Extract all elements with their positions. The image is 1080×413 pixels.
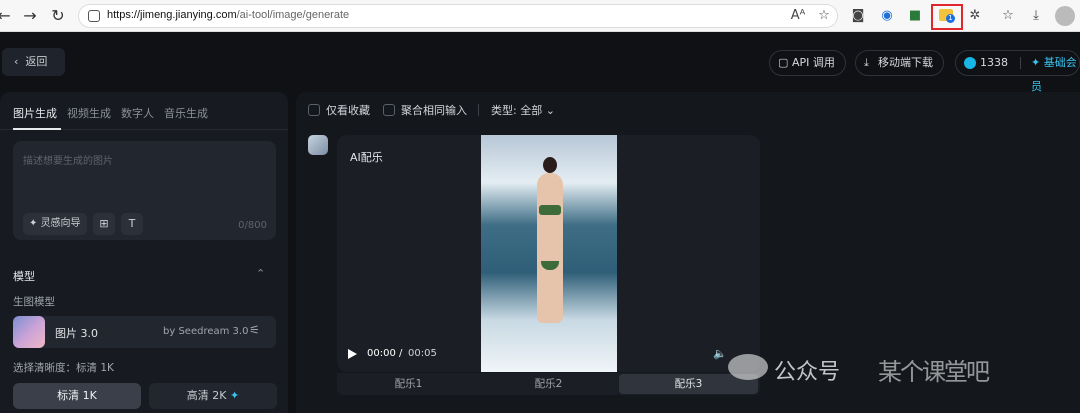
download-icon: ⤓	[864, 56, 869, 69]
model-subtitle: 生图模型	[13, 296, 55, 308]
credits-count: 1338	[980, 56, 1008, 69]
play-icon[interactable]	[348, 349, 357, 359]
browser-toolbar: ← → ↻ https://jimeng.jianying.com/ai-too…	[0, 0, 1080, 32]
back-button[interactable]: ‹ 返回	[2, 48, 65, 76]
credits-membership[interactable]: 1338 ✦ 基础会员	[955, 50, 1080, 93]
resolution-2k-button[interactable]: 高清 2K ✦	[149, 383, 277, 409]
music-tab-2[interactable]: 配乐2	[479, 374, 618, 394]
card-title: AI配乐	[350, 151, 383, 164]
model-section-title: 模型	[13, 270, 35, 283]
model-selector[interactable]: 图片 3.0 by Seedream 3.0 ⚟	[13, 316, 276, 348]
tab-digital-human[interactable]: 数字人	[121, 105, 154, 121]
favorites-only-filter[interactable]: 仅看收藏	[308, 102, 370, 118]
profile-avatar[interactable]	[1055, 6, 1075, 26]
chevron-up-icon[interactable]: ⌃	[256, 267, 265, 280]
tab-image-generation[interactable]: 图片生成	[13, 105, 57, 121]
divider	[1020, 57, 1021, 69]
prompt-input[interactable]: 描述想要生成的图片 ✦ 灵感向导 ⊞ T 0/800	[13, 141, 276, 240]
user-avatar	[308, 135, 328, 155]
video-preview[interactable]	[481, 135, 617, 372]
extension-folder-icon[interactable]: 1	[939, 9, 955, 23]
model-name: 图片 3.0	[55, 327, 98, 340]
settings-sliders-icon[interactable]: ⚟	[249, 323, 260, 337]
model-thumbnail	[13, 316, 45, 348]
music-tab-1[interactable]: 配乐1	[339, 374, 478, 394]
music-track-tabs: 配乐1 配乐2 配乐3	[337, 373, 760, 395]
generation-tabs: 图片生成 视频生成 数字人 音乐生成	[13, 102, 218, 121]
tab-video-generation[interactable]: 视频生成	[67, 105, 111, 121]
music-result-card: AI配乐 00:00 / 00:05 🔈	[337, 135, 760, 372]
favorites-list-icon[interactable]: ☆	[999, 7, 1017, 25]
divider	[478, 104, 479, 116]
extension-blue-icon[interactable]: ◉	[878, 7, 896, 25]
inspiration-guide-button[interactable]: ✦ 灵感向导	[23, 213, 87, 235]
generation-panel: 图片生成 视频生成 数字人 音乐生成 描述想要生成的图片 ✦ 灵感向导 ⊞ T 0/8…	[0, 92, 288, 413]
watermark-text: 公众号	[774, 360, 841, 385]
url-text: https://jimeng.jianying.com/ai-tool/imag…	[107, 9, 350, 21]
model-provider: by Seedream 3.0	[163, 326, 249, 337]
wechat-icon	[728, 354, 768, 380]
player-controls: 00:00 / 00:05 🔈	[337, 345, 760, 365]
time-separator: /	[399, 348, 403, 359]
current-time: 00:00	[367, 348, 396, 359]
api-button[interactable]: ▢ API 调用	[769, 50, 846, 76]
extensions-puzzle-icon[interactable]: ✲	[966, 7, 984, 25]
char-counter: 0/800	[238, 220, 267, 231]
type-filter-dropdown[interactable]: 类型: 全部 ⌄	[491, 102, 555, 118]
read-aloud-icon[interactable]: Aᴬ	[789, 7, 807, 25]
figure-illustration	[537, 173, 563, 323]
screenshot-icon[interactable]: ◙	[849, 7, 867, 25]
favorite-star-icon[interactable]: ☆	[815, 7, 833, 25]
back-arrow-icon[interactable]: ←	[0, 6, 14, 26]
total-time: 00:05	[408, 348, 437, 359]
resolution-1k-button[interactable]: 标清 1K	[13, 383, 141, 409]
reload-icon[interactable]: ↻	[48, 6, 68, 26]
address-bar[interactable]: https://jimeng.jianying.com/ai-tool/imag…	[78, 4, 838, 28]
chevron-down-icon: ⌄	[545, 104, 555, 117]
reference-image-icon[interactable]: ⊞	[93, 213, 115, 235]
prompt-placeholder: 描述想要生成的图片	[23, 156, 113, 167]
checkbox[interactable]	[383, 104, 395, 116]
merge-same-input-filter[interactable]: 聚合相同输入	[383, 102, 467, 118]
text-format-icon[interactable]: T	[121, 213, 143, 235]
extension-green-icon[interactable]: ■	[906, 7, 924, 25]
sparkle-icon: ✦	[230, 389, 240, 402]
site-info-icon[interactable]	[88, 10, 100, 22]
api-icon: ▢	[778, 56, 789, 69]
checkbox[interactable]	[308, 104, 320, 116]
download-icon[interactable]: ⤓	[1027, 7, 1045, 25]
figure-illustration	[543, 157, 557, 173]
figure-illustration	[539, 205, 561, 215]
tab-music-generation[interactable]: 音乐生成	[164, 105, 208, 121]
volume-icon[interactable]: 🔈	[713, 347, 727, 360]
mobile-download-button[interactable]: ⤓ 移动端下载	[855, 50, 944, 76]
active-tab-indicator	[13, 128, 61, 130]
forward-arrow-icon[interactable]: →	[20, 6, 40, 26]
resolution-label: 选择清晰度：标清 1K	[13, 362, 114, 374]
watermark-logo: 某个课堂吧	[878, 358, 990, 386]
credits-icon	[964, 57, 976, 69]
